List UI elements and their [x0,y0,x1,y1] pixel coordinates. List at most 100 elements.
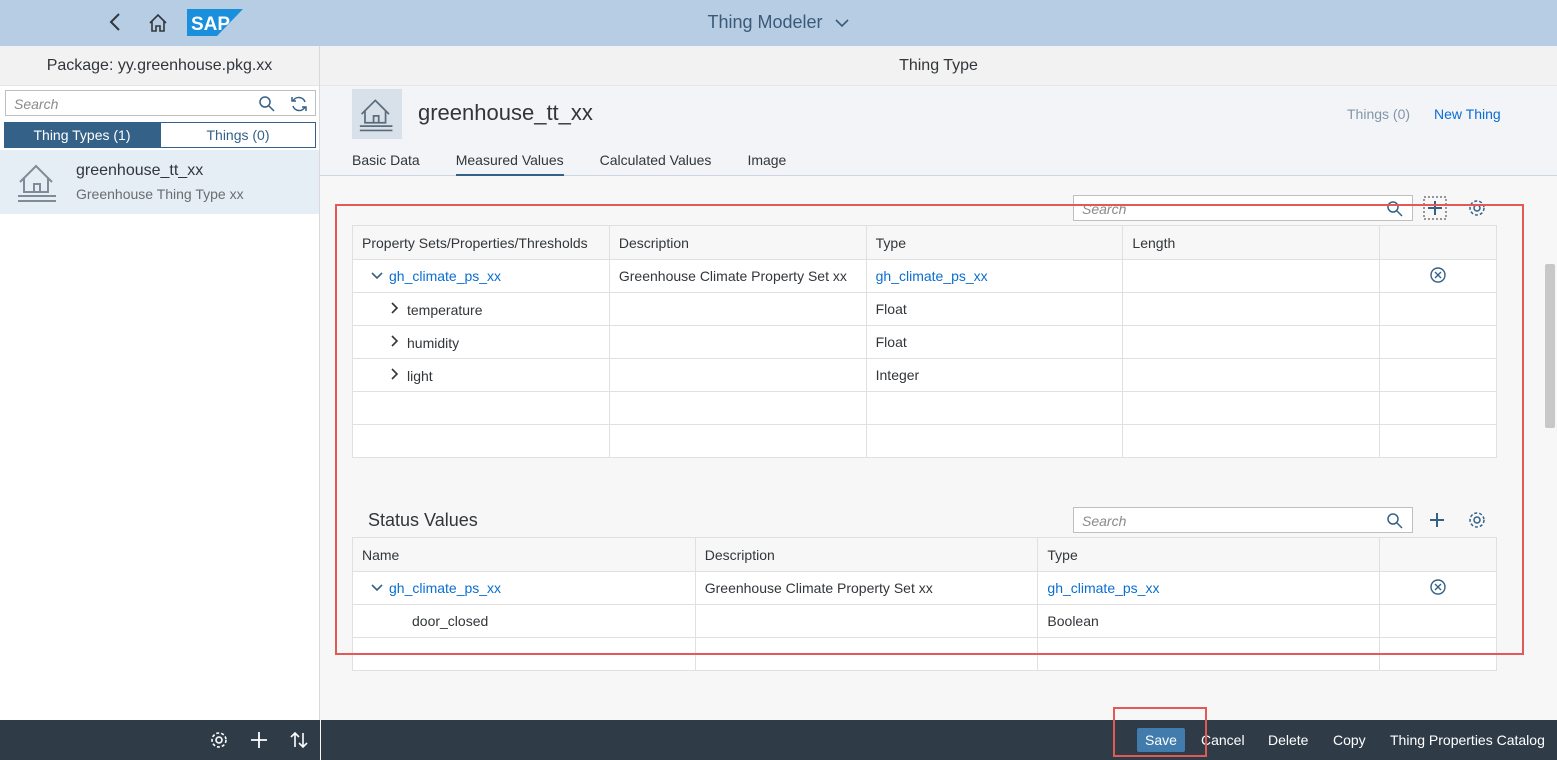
table-cell: Float [865,325,1124,359]
column-header: Description [608,225,867,260]
status-search-input[interactable]: Search [1073,507,1413,533]
property-set-link[interactable]: gh_climate_ps_xx [389,268,501,284]
master-segmented-button: Thing Types (1) Things (0) [4,122,316,148]
column-header: Description [694,537,1039,572]
table-cell: Greenhouse Climate Property Set xx [694,571,1039,605]
save-button[interactable]: Save [1137,728,1185,752]
page-title: greenhouse_tt_xx [418,100,593,125]
table-row[interactable]: door_closed Boolean [352,604,1497,638]
segment-thing-types[interactable]: Thing Types (1) [4,122,160,148]
list-item[interactable]: greenhouse_tt_xx Greenhouse Thing Type x… [0,150,319,214]
copy-button[interactable]: Copy [1333,732,1366,748]
property-name: humidity [407,334,460,351]
master-header: Package: yy.greenhouse.pkg.xx [0,46,319,86]
add-icon[interactable] [1425,508,1449,532]
table-cell [1379,325,1497,359]
type-link[interactable]: gh_climate_ps_xx [876,268,988,284]
property-name: light [407,367,433,384]
greenhouse-icon [359,99,393,132]
table-header-row: Property Sets/Properties/Thresholds Desc… [352,225,1497,260]
measured-search-input[interactable]: Search [1073,195,1413,221]
app-title-menu[interactable]: Thing Modeler [0,12,1557,34]
app-title: Thing Modeler [707,12,823,32]
list-item-title: greenhouse_tt_xx [76,162,204,179]
table-cell: Boolean [1037,604,1381,638]
table-row-empty [352,391,1497,425]
column-header-actions [1379,225,1497,260]
tab-measured-values[interactable]: Measured Values [455,152,564,176]
table-cell [694,604,1039,638]
delete-button[interactable]: Delete [1268,732,1308,748]
property-name: temperature [407,301,483,318]
tab-bar: Basic Data Measured Values Calculated Va… [352,152,822,176]
detail-footer: Save Cancel Delete Copy Thing Properties… [321,720,1557,760]
table-cell: Greenhouse Climate Property Set xx [608,259,867,293]
cancel-button[interactable]: Cancel [1201,732,1245,748]
tab-image[interactable]: Image [747,152,786,176]
table-cell [1379,358,1497,392]
settings-icon[interactable] [1465,508,1489,532]
chevron-down-icon[interactable] [369,580,385,596]
table-cell [608,358,867,392]
master-search-placeholder: Search [14,96,59,112]
tab-calculated-values[interactable]: Calculated Values [600,152,712,176]
delete-circle-icon[interactable] [1429,578,1447,599]
table-row[interactable]: temperature Float [352,292,1497,326]
measured-search-placeholder: Search [1082,201,1127,217]
package-settings-icon[interactable] [208,729,230,751]
table-row-empty [352,637,1497,671]
scrollbar[interactable] [1545,264,1555,428]
chevron-right-icon[interactable] [387,367,403,384]
detail-pane: Thing Type greenhouse_tt_xx Things (0) N… [320,46,1557,720]
status-values-table: Name Description Type gh_climate_ps_xx G… [352,537,1497,671]
table-cell [1379,292,1497,326]
table-row[interactable]: humidity Float [352,325,1497,359]
table-row[interactable]: gh_climate_ps_xx Greenhouse Climate Prop… [352,259,1497,293]
table-cell [1379,604,1497,638]
master-search-input[interactable]: Search [5,90,316,116]
add-icon[interactable] [1423,196,1447,220]
table-cell [1122,325,1381,359]
table-cell [1122,292,1381,326]
refresh-icon[interactable] [289,94,309,117]
column-header: Property Sets/Properties/Thresholds [352,225,610,260]
property-name: door_closed [352,604,696,638]
new-thing-link[interactable]: New Thing [1434,106,1501,122]
status-values-title: Status Values [368,510,478,530]
master-footer [0,720,320,760]
table-row[interactable]: light Integer [352,358,1497,392]
list-item-subtitle: Greenhouse Thing Type xx [76,186,244,202]
tab-basic-data[interactable]: Basic Data [352,152,420,176]
delete-circle-icon[interactable] [1429,266,1447,287]
shell-bar: SAP Thing Modeler [0,0,1557,46]
sort-icon[interactable] [288,729,310,751]
thing-type-avatar [352,89,402,139]
settings-icon[interactable] [1465,196,1489,220]
column-header: Type [1037,537,1381,572]
add-icon[interactable] [248,729,270,751]
type-link[interactable]: gh_climate_ps_xx [1047,580,1159,596]
table-header-row: Name Description Type [352,537,1497,572]
table-row[interactable]: gh_climate_ps_xx Greenhouse Climate Prop… [352,571,1497,605]
segment-things[interactable]: Things (0) [160,122,316,148]
table-cell: Float [865,292,1124,326]
column-header: Length [1122,225,1381,260]
table-cell [608,325,867,359]
detail-header: Thing Type [320,46,1557,86]
chevron-right-icon[interactable] [387,301,403,318]
status-search-placeholder: Search [1082,513,1127,529]
column-header: Name [352,537,696,572]
things-link[interactable]: Things (0) [1347,106,1410,122]
search-icon[interactable] [1386,200,1404,221]
table-cell [1122,259,1381,293]
object-header: greenhouse_tt_xx Things (0) New Thing Ba… [320,86,1557,176]
table-cell: Integer [865,358,1124,392]
thing-properties-catalog-button[interactable]: Thing Properties Catalog [1390,732,1545,748]
table-row-empty [352,424,1497,458]
search-icon[interactable] [258,95,276,116]
greenhouse-icon [16,162,60,207]
property-set-link[interactable]: gh_climate_ps_xx [389,580,501,596]
chevron-right-icon[interactable] [387,334,403,351]
search-icon[interactable] [1386,512,1404,533]
chevron-down-icon[interactable] [369,268,385,284]
